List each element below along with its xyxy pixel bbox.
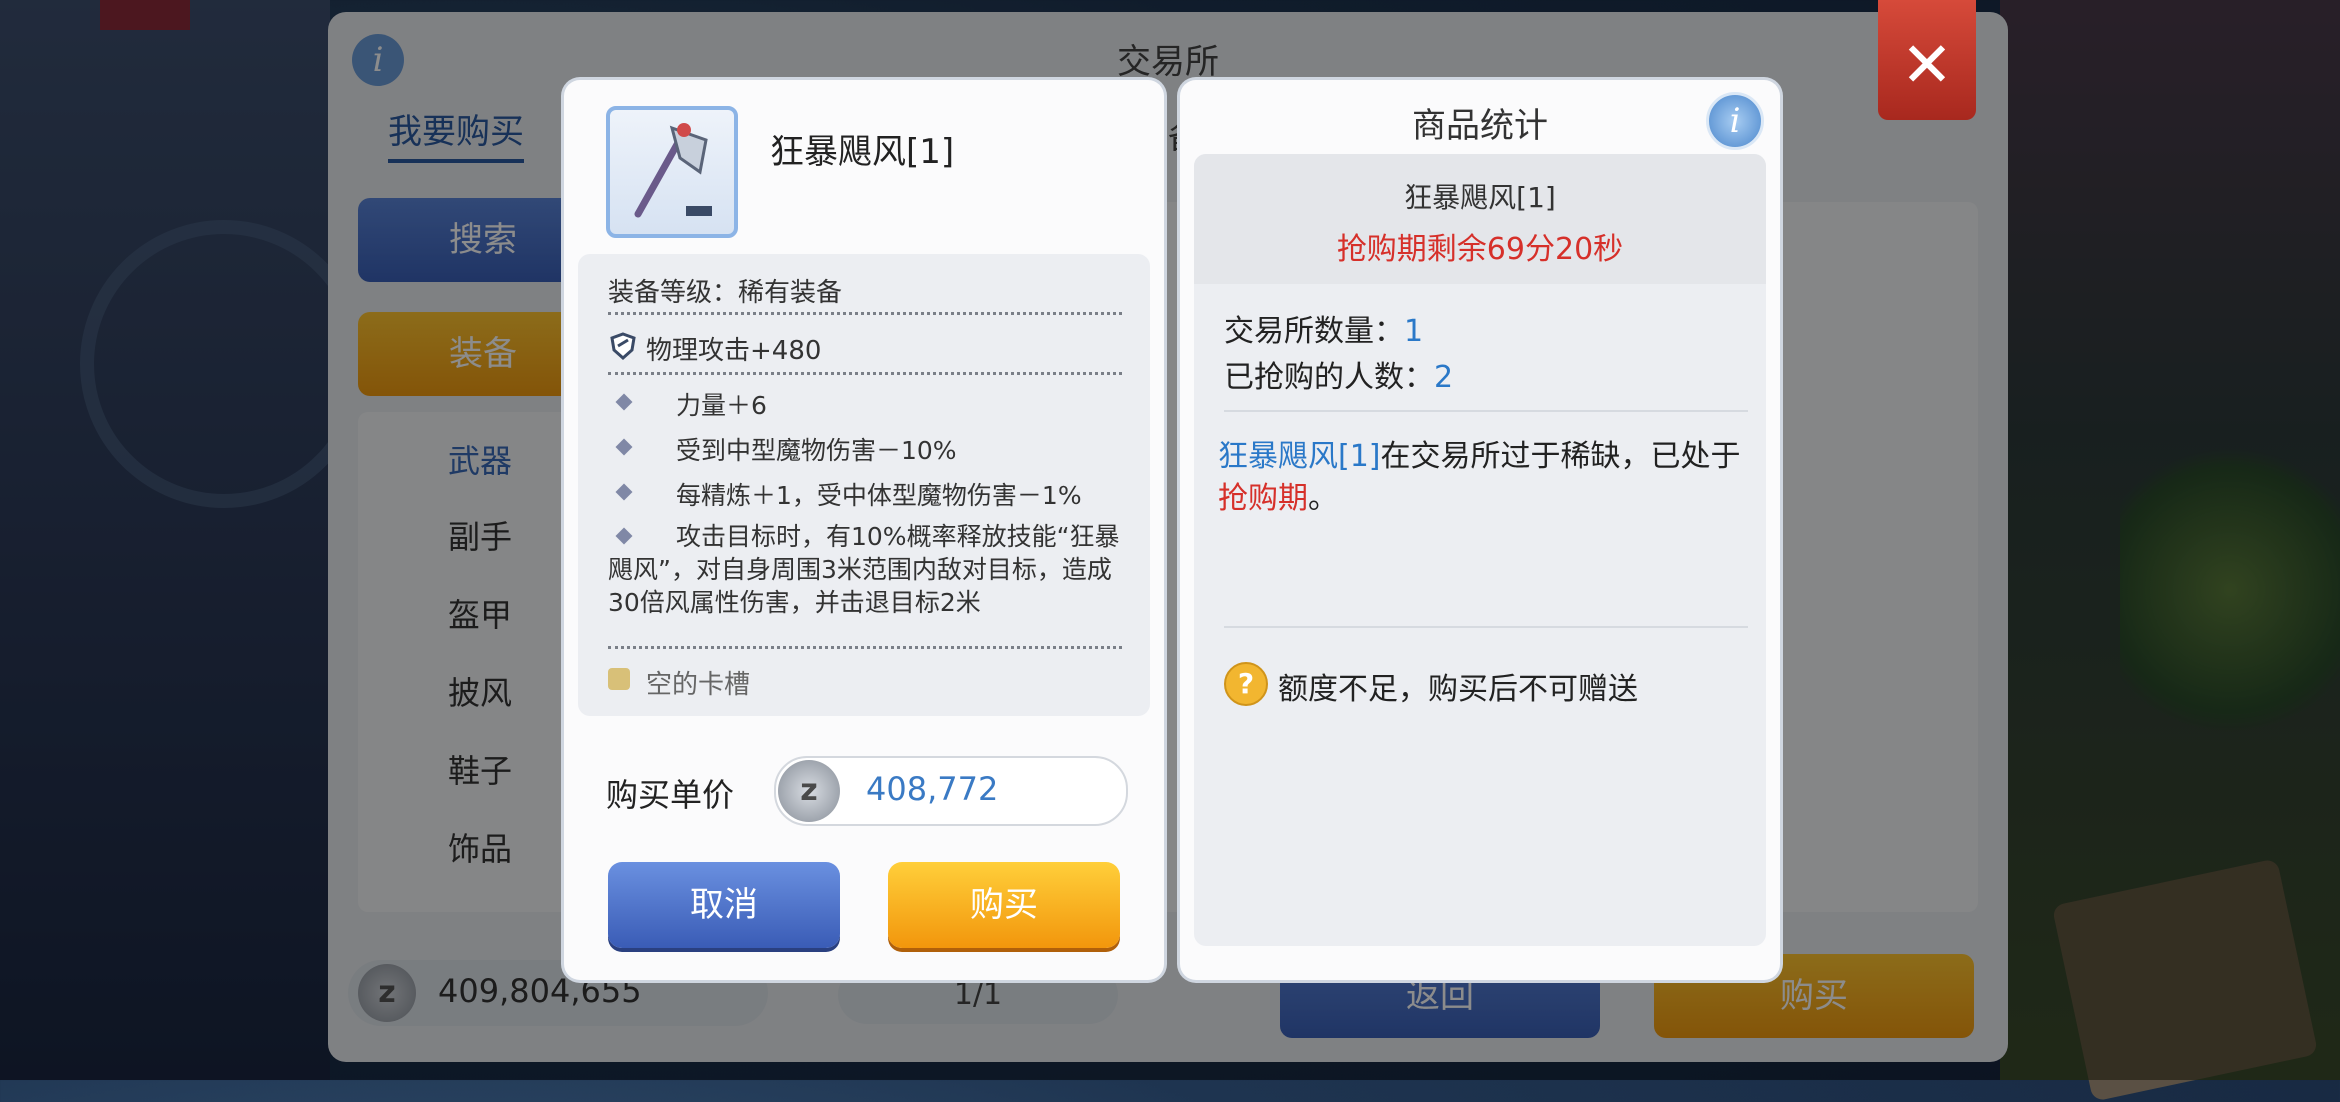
divider — [1224, 626, 1748, 628]
effect-3: 每精炼＋1，受中体型魔物伤害－1% — [676, 481, 1082, 510]
divider — [608, 312, 1122, 315]
stats-title: 商品统计 — [1412, 106, 1548, 146]
equip-level: 装备等级：稀有装备 — [608, 278, 843, 308]
bullet-icon — [615, 438, 633, 456]
divider — [1224, 410, 1748, 412]
buy-button[interactable]: 购买 — [888, 862, 1120, 948]
buyers-count-value: 2 — [1434, 360, 1454, 395]
bullet-icon — [615, 393, 633, 411]
modal-overlay — [0, 0, 2340, 1080]
question-icon: ? — [1224, 662, 1268, 706]
close-icon: ✕ — [1901, 28, 1953, 101]
card-slot: 空的卡槽 — [646, 670, 751, 700]
bullet-icon — [615, 483, 633, 501]
warning-text: 额度不足，购买后不可赠送 — [1278, 672, 1638, 707]
price-label: 购买单价 — [606, 776, 735, 814]
price-value: 408,772 — [866, 770, 999, 808]
stats-item-name: 狂暴飓风[1] — [1404, 181, 1556, 214]
exchange-quantity: 交易所数量：1 — [1224, 306, 1423, 350]
divider — [608, 646, 1122, 649]
close-button[interactable]: ✕ — [1878, 0, 1976, 120]
effect-2: 受到中型魔物伤害－10% — [676, 436, 957, 465]
effect-1: 力量＋6 — [676, 391, 767, 420]
exchange-quantity-value: 1 — [1404, 314, 1424, 349]
notice-item-name: 狂暴飓风[1] — [1218, 439, 1381, 474]
shield-icon — [610, 332, 636, 361]
stats-body: 狂暴飓风[1] 抢购期剩余69分20秒 交易所数量：1 已抢购的人数：2 狂暴飓… — [1194, 154, 1766, 946]
skill-effect: 攻击目标时，有10%概率释放技能“狂暴飓风”，对自身周围3米范围内敌对目标，造成… — [608, 522, 1120, 617]
notice-period: 抢购期 — [1218, 481, 1308, 516]
card-slot-icon — [608, 668, 630, 690]
attribute-panel: 装备等级：稀有装备 物理攻击+480 力量＋6 受到中型魔物伤害－10% 每精炼… — [578, 254, 1150, 716]
notice-end: 。 — [1308, 481, 1338, 516]
item-name: 狂暴飓风[1] — [770, 132, 955, 172]
buyers-count-label: 已抢购的人数： — [1224, 360, 1434, 395]
cancel-button[interactable]: 取消 — [608, 862, 840, 948]
item-detail-popup: 狂暴飓风[1] 装备等级：稀有装备 物理攻击+480 力量＋6 受到中型魔物伤害… — [564, 80, 1164, 980]
price-field: z 408,772 — [774, 756, 1128, 826]
rush-timer: 抢购期剩余69分20秒 — [1336, 232, 1624, 267]
notice-text: 在交易所过于稀缺，已处于 — [1380, 439, 1741, 474]
axe-icon — [606, 106, 738, 238]
buyers-count: 已抢购的人数：2 — [1224, 352, 1453, 396]
stats-header: 狂暴飓风[1] 抢购期剩余69分20秒 — [1194, 154, 1766, 284]
exchange-quantity-label: 交易所数量： — [1224, 314, 1404, 349]
stats-popup: 商品统计 i 狂暴飓风[1] 抢购期剩余69分20秒 交易所数量：1 已抢购的人… — [1180, 80, 1780, 980]
scarcity-notice: 狂暴飓风[1]在交易所过于稀缺，已处于抢购期。 — [1218, 436, 1748, 520]
info-icon[interactable]: i — [1706, 92, 1764, 150]
divider — [608, 372, 1122, 375]
base-stat: 物理攻击+480 — [646, 336, 822, 366]
zeny-coin-icon: z — [778, 760, 840, 822]
